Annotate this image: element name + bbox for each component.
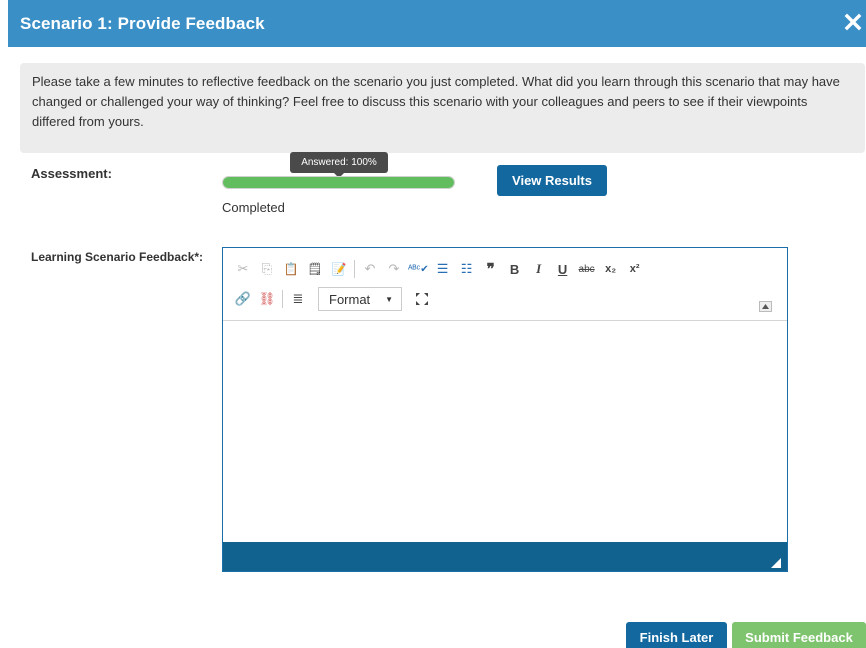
toolbar-separator xyxy=(282,290,283,308)
finish-later-button[interactable]: Finish Later xyxy=(626,622,727,648)
format-dropdown[interactable]: Format ▼ xyxy=(318,287,402,311)
collapse-toolbar-icon[interactable] xyxy=(759,301,772,312)
spellcheck-icon[interactable]: ᴬᴮᶜ✔ xyxy=(408,258,429,280)
subscript-icon[interactable]: x₂ xyxy=(601,258,621,280)
progress-tooltip: Answered: 100% xyxy=(290,152,388,178)
redo-icon[interactable]: ↷ xyxy=(384,258,404,280)
toolbar-separator xyxy=(354,260,355,278)
assessment-label: Assessment: xyxy=(31,166,112,181)
instructions-box: Please take a few minutes to reflective … xyxy=(20,63,865,153)
paste-text-icon[interactable]: 🗒 xyxy=(305,258,325,280)
toolbar-row-1: ✂ ⎘ 📋 🗒 📝 ↶ ↷ ᴬᴮᶜ✔ ☰ ☷ ❞ B I Uabc x₂ x² xyxy=(233,258,649,280)
close-x-icon[interactable] xyxy=(842,10,864,34)
link-icon[interactable]: 🔗 xyxy=(233,288,253,310)
numbered-list-icon[interactable]: ☰ xyxy=(433,258,453,280)
feedback-editor-input[interactable] xyxy=(223,322,787,541)
blockquote-icon[interactable]: ❞ xyxy=(481,258,501,280)
paste-icon[interactable]: 📋 xyxy=(281,258,301,280)
italic-icon[interactable]: I xyxy=(529,258,549,280)
assessment-status: Completed xyxy=(222,200,285,215)
rich-text-editor: ✂ ⎘ 📋 🗒 📝 ↶ ↷ ᴬᴮᶜ✔ ☰ ☷ ❞ B I Uabc x₂ x² 🔗 ⛓ ≣ Format ▼ xyxy=(222,247,788,572)
editor-status-bar xyxy=(223,542,787,571)
editor-toolbar: ✂ ⎘ 📋 🗒 📝 ↶ ↷ ᴬᴮᶜ✔ ☰ ☷ ❞ B I Uabc x₂ x² 🔗 ⛓ ≣ Format ▼ xyxy=(223,248,787,321)
text-format-icon[interactable]: ≣ xyxy=(288,288,308,310)
format-dropdown-label: Format xyxy=(329,291,371,307)
dialog-title: Scenario 1: Provide Feedback xyxy=(20,13,265,33)
undo-icon[interactable]: ↶ xyxy=(360,258,380,280)
progress-fill xyxy=(223,177,454,188)
view-results-button[interactable]: View Results xyxy=(497,165,607,196)
paste-word-icon[interactable]: 📝 xyxy=(329,258,349,280)
copy-icon[interactable]: ⎘ xyxy=(257,258,277,280)
underline-icon[interactable]: U xyxy=(553,258,573,280)
superscript-icon[interactable]: x² xyxy=(625,258,645,280)
bold-icon[interactable]: B xyxy=(505,258,525,280)
maximize-icon[interactable] xyxy=(412,288,432,310)
instructions-text: Please take a few minutes to reflective … xyxy=(32,74,840,129)
assessment-progress-bar xyxy=(222,176,455,189)
toolbar-row-2: 🔗 ⛓ ≣ Format ▼ xyxy=(233,287,436,311)
feedback-label: Learning Scenario Feedback*: xyxy=(31,250,204,264)
resize-handle-icon[interactable] xyxy=(771,555,781,568)
strikethrough-icon[interactable]: abc xyxy=(577,258,597,280)
bulleted-list-icon[interactable]: ☷ xyxy=(457,258,477,280)
unlink-icon[interactable]: ⛓ xyxy=(257,288,277,310)
submit-feedback-button[interactable]: Submit Feedback xyxy=(732,622,866,648)
dialog-header: Scenario 1: Provide Feedback xyxy=(8,0,866,47)
cut-icon[interactable]: ✂ xyxy=(233,258,253,280)
caret-down-icon: ▼ xyxy=(385,294,393,304)
